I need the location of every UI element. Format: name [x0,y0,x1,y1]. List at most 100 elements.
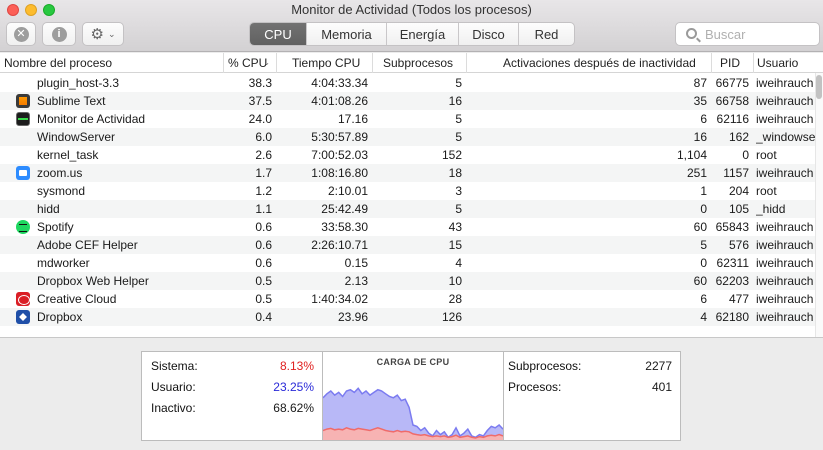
cpu-cell: 0.4 [255,310,272,324]
cpu-cell: 24.0 [248,112,272,126]
idle-value: 68.62% [273,401,314,415]
cpu-cell: 1.1 [255,202,272,216]
chevron-down-icon: ⌄ [107,28,116,39]
user-cell: root [756,184,777,198]
wakeups-cell: 6 [700,112,707,126]
threads-cell: 4 [455,256,462,270]
pid-cell: 65843 [715,220,749,234]
search-input[interactable]: Buscar [675,22,820,46]
cpu-cell: 2.6 [255,148,272,162]
threads-cell: 16 [448,94,462,108]
cpu-time-cell: 0.15 [344,256,368,270]
wakeups-cell: 0 [700,202,707,216]
column-header-process-name[interactable]: Nombre del proceso [0,53,223,73]
pid-cell: 62116 [716,112,749,126]
column-header-threads[interactable]: Subprocesos [372,53,466,73]
cpu-load-graph: CARGA DE CPU [323,352,503,440]
gear-icon: ⚙ [90,26,104,43]
inspect-process-button[interactable]: i [42,22,76,46]
user-cell: iweihrauch [756,310,814,324]
table-row[interactable]: kernel_task 2.6 7:00:52.03 152 1,104 0 root [0,146,815,164]
cpu-load-chart [323,387,503,440]
table-row[interactable]: hidd 1.1 25:42.49 5 0 105 _hidd [0,200,815,218]
tab-network[interactable]: Red [518,23,574,45]
tab-energy[interactable]: Energía [386,23,458,45]
user-label: Usuario: [151,380,196,394]
column-header-user[interactable]: Usuario [753,53,823,73]
tab-cpu[interactable]: CPU [250,23,306,45]
pid-cell: 477 [728,292,749,306]
process-name-cell: Creative Cloud [37,292,117,306]
column-header-cpu-time[interactable]: Tiempo CPU [276,53,372,73]
cpu-time-cell: 5:30:57.89 [311,130,368,144]
cpu-cell: 37.5 [248,94,272,108]
process-name-cell: mdworker [37,256,90,270]
pid-cell: 62203 [715,274,749,288]
vertical-scrollbar[interactable] [815,73,823,337]
threads-cell: 5 [455,76,462,90]
system-value: 8.13% [279,359,314,373]
cpu-cell: 1.7 [255,166,272,180]
cpu-cell: 0.6 [255,256,272,270]
threads-cell: 5 [455,112,462,126]
cpu-cell: 0.6 [255,238,272,252]
process-name-cell: Monitor de Actividad [37,112,146,126]
wakeups-cell: 4 [700,310,707,324]
vertical-scrollbar-thumb[interactable] [816,75,822,99]
table-row[interactable]: WindowServer 6.0 5:30:57.89 5 16 162 _windowse… [0,128,815,146]
wakeups-cell: 0 [700,256,707,270]
table-row[interactable]: Sublime Text 37.5 4:01:08.26 16 35 66758 iweih… [0,92,815,110]
table-row[interactable]: Creative Cloud 0.5 1:40:34.02 28 6 477 iweihra… [0,290,815,308]
process-name-cell: Dropbox [37,310,83,324]
spotify-icon [16,220,30,234]
user-cell: iweihrauch [756,274,814,288]
sort-descending-icon: ⌄ [263,58,270,67]
user-value: 23.25% [273,380,314,394]
process-name-cell: plugin_host-3.3 [37,76,120,90]
toolbar: Monitor de Actividad (Todos los procesos… [0,0,823,52]
table-row[interactable]: plugin_host-3.3 38.3 4:04:33.34 5 87 66775 iwe… [0,74,815,92]
user-cell: root [756,148,777,162]
process-name-cell: kernel_task [37,148,99,162]
cpu-time-cell: 17.16 [337,112,368,126]
cpu-summary-box: Sistema: 8.13% Usuario: 23.25% Inactivo:… [141,351,681,441]
threads-label: Subprocesos: [508,359,582,373]
process-name-cell: Spotify [37,220,74,234]
column-header-pid[interactable]: PID [711,53,753,73]
pid-cell: 105 [728,202,749,216]
table-row[interactable]: Spotify 0.6 33:58.30 43 60 65843 iweihrauch [0,218,815,236]
table-row[interactable]: mdworker 0.6 0.15 4 0 62311 iweihrauch [0,254,815,272]
pid-cell: 62180 [715,310,749,324]
wakeups-cell: 251 [686,166,707,180]
tab-disk[interactable]: Disco [458,23,518,45]
wakeups-cell: 6 [700,292,707,306]
table-row[interactable]: zoom.us 1.7 1:08:16.80 18 251 1157 iweihrauch [0,164,815,182]
creative-cloud-icon [16,292,30,306]
table-row[interactable]: sysmond 1.2 2:10.01 3 1 204 root [0,182,815,200]
table-row[interactable]: Dropbox Web Helper 0.5 2.13 10 60 62203 iweihr… [0,272,815,290]
user-cell: iweihrauch [756,112,814,126]
user-cell: _hidd [756,202,786,216]
stop-process-button[interactable]: ✕ [6,22,36,46]
wakeups-cell: 16 [693,130,707,144]
sublime-text-icon [16,94,30,108]
user-cell: iweihrauch [756,94,814,108]
table-row[interactable]: Monitor de Actividad 24.0 17.16 5 6 62116 iwei… [0,110,815,128]
user-cell: iweihrauch [756,256,814,270]
column-header-idle-wakeups[interactable]: Activaciones después de inactividad [466,53,711,73]
process-name-cell: sysmond [37,184,86,198]
actions-menu-button[interactable]: ⚙ ⌄ [82,22,124,46]
tab-memory[interactable]: Memoria [306,23,386,45]
process-name-cell: Sublime Text [37,94,106,108]
pid-cell: 204 [728,184,749,198]
pid-cell: 0 [742,148,749,162]
table-row[interactable]: Dropbox 0.4 23.96 126 4 62180 iweihrauch [0,308,815,326]
cpu-cell: 1.2 [255,184,272,198]
process-count-stats: Subprocesos: 2277 Procesos: 401 [503,352,681,440]
cpu-summary-panel: Sistema: 8.13% Usuario: 23.25% Inactivo:… [0,339,823,450]
column-header-cpu[interactable]: % CPU ⌄ [223,53,276,73]
cpu-time-cell: 1:08:16.80 [311,166,368,180]
column-header-cpu-label: % CPU [228,56,268,70]
table-row[interactable]: Adobe CEF Helper 0.6 2:26:10.71 15 5 576 iweih… [0,236,815,254]
process-name-cell: Adobe CEF Helper [37,238,138,252]
